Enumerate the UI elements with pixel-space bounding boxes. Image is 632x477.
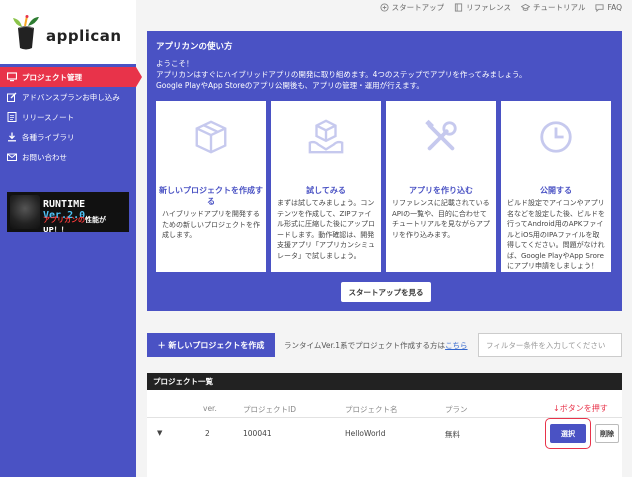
topnav-startup[interactable]: スタートアップ (380, 2, 444, 13)
select-button[interactable]: 選択 (550, 424, 586, 443)
topnav-faq[interactable]: FAQ (595, 3, 622, 12)
clock-icon (540, 121, 572, 153)
step-card-title: 新しいプロジェクトを作成する (159, 186, 263, 206)
col-header-project-id: プロジェクトID (243, 405, 296, 414)
startup-icon (380, 2, 389, 12)
step-card-title: 公開する (540, 186, 572, 195)
col-header-plan: プラン (445, 405, 468, 414)
sidebar-item-advance-plan[interactable]: アドバンスプランお申し込み (0, 87, 136, 107)
monitor-icon (7, 72, 17, 82)
banner-portrait (10, 195, 40, 229)
project-list-header: プロジェクト一覧 (147, 373, 622, 390)
logo-text: applican (46, 27, 122, 45)
step-card-body: リファレンスに記載されているAPIの一覧や、目的に合わせてチュートリアルを見なが… (392, 199, 490, 239)
intro-welcome: ようこそ！ (156, 59, 194, 68)
sidebar-item-contact[interactable]: お問い合わせ (0, 147, 136, 167)
intro-description-2: Google PlayやApp Storeのアプリ公開後も、アプリの管理・運用が… (156, 81, 424, 90)
startup-button[interactable]: スタートアップを見る (341, 282, 431, 302)
step-card-try: 試してみる まずは試してみましょう。コンテンツを作成して、ZIPファイル形式に圧… (271, 101, 381, 272)
row-project-id: 100041 (243, 429, 272, 438)
book-icon (455, 2, 463, 12)
applican-logo-icon (13, 15, 39, 50)
step-card-title: 試してみる (306, 186, 346, 195)
package-hands-icon (308, 119, 344, 154)
step-card-build: アプリを作り込む リファレンスに記載されているAPIの一覧や、目的に合わせてチュ… (386, 101, 496, 272)
row-plan: 無料 (445, 430, 460, 439)
top-nav: スタートアップ リファレンス チュートリアル FAQ (136, 0, 632, 14)
mail-icon (7, 152, 17, 162)
delete-button[interactable]: 削除 (595, 424, 619, 443)
note-icon (7, 112, 17, 122)
sidebar-item-project-management[interactable]: プロジェクト管理 (0, 67, 142, 87)
filter-input[interactable] (478, 333, 622, 357)
sidebar-item-libraries[interactable]: 各種ライブラリ (0, 127, 136, 147)
instruction-annotation: ↓ボタンを押す (553, 404, 608, 413)
intro-panel: アプリカンの使い方 ようこそ！ アプリカンはすぐにハイブリッドアプリの開発に取り… (147, 31, 622, 311)
step-card-body: ビルド設定でアイコンやアプリ名などを設定した後、ビルドを行ってAndroid用の… (507, 199, 605, 270)
new-project-button[interactable]: ＋ 新しいプロジェクトを作成 (147, 333, 275, 357)
sidebar-item-label: アドバンスプランお申し込み (22, 92, 120, 102)
download-icon (7, 132, 17, 142)
row-expand-toggle[interactable]: ▼ (157, 429, 162, 437)
logo[interactable]: applican (0, 0, 136, 64)
box-icon (195, 120, 227, 154)
tools-icon (425, 119, 457, 151)
step-cards: 新しいプロジェクトを作成する ハイブリッドアプリを開発するための新しいプロジェク… (156, 101, 611, 272)
runtime-note: ランタイムVer.1系でプロジェクト作成する方はこちら (284, 341, 468, 350)
sidebar-item-label: リリースノート (22, 112, 75, 122)
step-card-body: ハイブリッドアプリを開発するための新しいプロジェクトを作成します。 (162, 210, 260, 239)
col-header-project-name: プロジェクト名 (345, 405, 398, 414)
runtime-v1-link[interactable]: こちら (445, 341, 468, 350)
edit-icon (7, 92, 17, 102)
row-ver: 2 (205, 429, 210, 438)
topnav-reference[interactable]: リファレンス (454, 2, 511, 13)
step-card-body: まずは試してみましょう。コンテンツを作成して、ZIPファイル形式に圧縮した後にア… (277, 199, 375, 260)
topnav-tutorial[interactable]: チュートリアル (521, 2, 585, 13)
col-header-ver: ver. (203, 404, 217, 413)
tutorial-icon (521, 3, 531, 11)
intro-title: アプリカンの使い方 (156, 42, 233, 52)
sidebar: applican プロジェクト管理 アドバンスプランお申し込み リリースノート … (0, 0, 142, 477)
runtime-banner[interactable]: RUNTIME Ver.2.0 アプリカンの性能が UP！！ (7, 192, 129, 232)
step-card-create: 新しいプロジェクトを作成する ハイブリッドアプリを開発するための新しいプロジェク… (156, 101, 266, 272)
step-card-title: アプリを作り込む (409, 186, 473, 195)
row-project-name: HelloWorld (345, 429, 386, 438)
intro-description: アプリカンはすぐにハイブリッドアプリの開発に取り組めます。4つのステップでアプリ… (156, 70, 527, 79)
sidebar-item-label: お問い合わせ (22, 152, 67, 162)
faq-icon (595, 3, 605, 12)
project-list: プロジェクト一覧 ver. プロジェクトID プロジェクト名 プラン ↓ボタンを… (147, 373, 622, 477)
sidebar-item-label: プロジェクト管理 (22, 72, 82, 82)
banner-subtitle: アプリカンの性能が UP！！ (43, 216, 106, 232)
step-card-publish: 公開する ビルド設定でアイコンやアプリ名などを設定した後、ビルドを行ってAndr… (501, 101, 611, 272)
sidebar-item-release-notes[interactable]: リリースノート (0, 107, 136, 127)
sidebar-item-label: 各種ライブラリ (22, 132, 75, 142)
